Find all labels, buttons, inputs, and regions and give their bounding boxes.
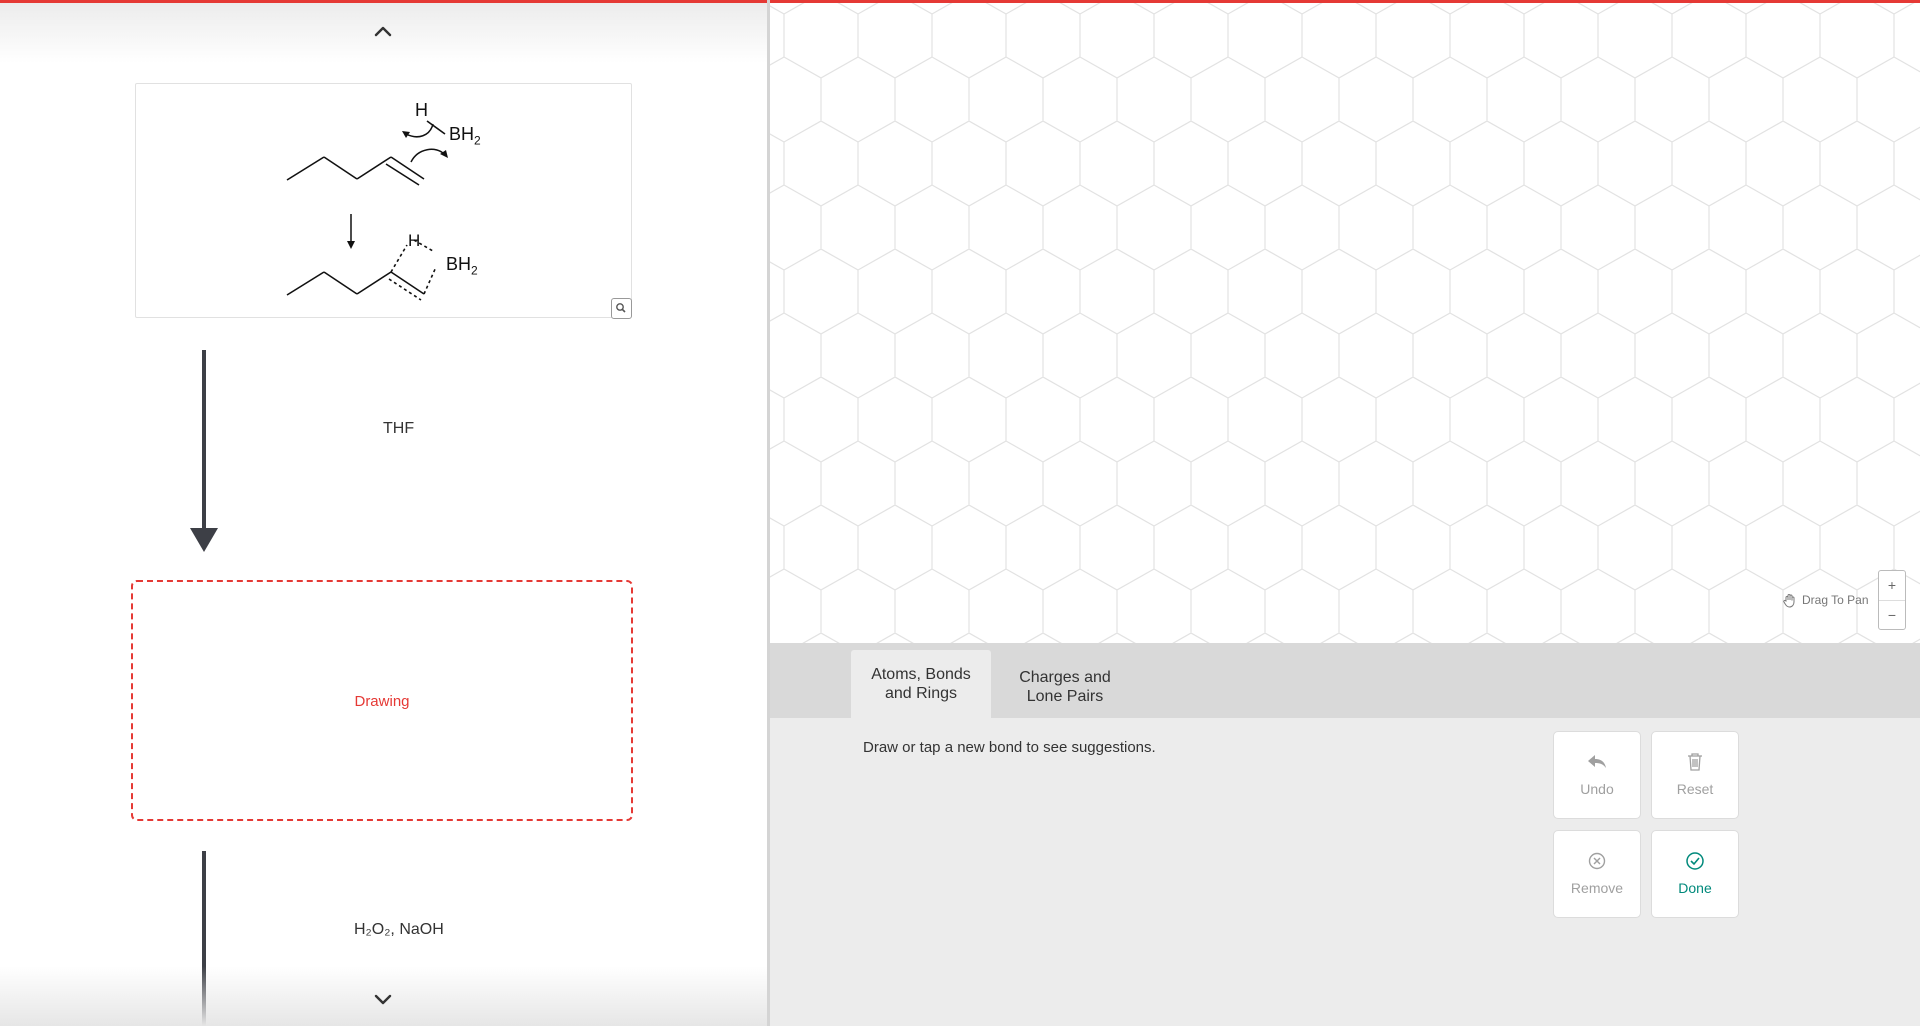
hex-grid: [770, 3, 1920, 643]
borane-label: BH2: [449, 124, 481, 148]
reaction-arrow-icon: [190, 350, 218, 552]
trash-icon: [1688, 753, 1702, 771]
remove-label: Remove: [1570, 880, 1624, 896]
alkene-structure: [286, 120, 446, 186]
magnify-icon[interactable]: [611, 298, 632, 319]
remove-circle-x-icon: [1588, 852, 1606, 870]
suggestion-hint: Draw or tap a new bond to see suggestion…: [863, 739, 1156, 756]
borane-text: BH: [449, 124, 475, 144]
hydrogen-label: H: [415, 100, 428, 120]
ts-borane-text: BH: [446, 254, 472, 274]
done-button[interactable]: Done: [1651, 830, 1739, 918]
hand-icon: [1783, 594, 1795, 608]
undo-button[interactable]: Undo: [1553, 731, 1641, 819]
reagent-thf: THF: [383, 420, 415, 437]
drawing-answer-box[interactable]: Drawing: [131, 580, 633, 821]
reaction-panel: H BH2 H BH2 THF Drawing H₂O₂, NaOH: [0, 3, 767, 1026]
drawing-canvas[interactable]: [770, 3, 1920, 643]
tab-atoms-bonds-rings[interactable]: Atoms, Bonds and Rings: [851, 650, 991, 718]
reset-label: Reset: [1676, 781, 1714, 797]
mechanism-image: H BH2 H BH2: [135, 83, 632, 318]
check-circle-icon: [1686, 852, 1704, 870]
zoom-out-button[interactable]: −: [1879, 601, 1905, 630]
undo-icon: [1588, 755, 1606, 768]
drawing-placeholder: Drawing: [354, 693, 410, 710]
ts-borane-label: BH2: [446, 254, 478, 278]
ts-hydrogen-label: H: [408, 231, 421, 250]
drag-to-pan-label: Drag To Pan: [1802, 593, 1869, 607]
remove-button[interactable]: Remove: [1553, 830, 1641, 918]
undo-label: Undo: [1580, 781, 1614, 797]
drag-to-pan[interactable]: Drag To Pan: [1782, 590, 1869, 610]
tool-panel: [770, 718, 1920, 1026]
done-label: Done: [1678, 880, 1712, 896]
curved-arrow-icon: [402, 123, 448, 163]
zoom-control: + −: [1878, 570, 1906, 630]
tab-charges-lone-pairs[interactable]: Charges and Lone Pairs: [995, 653, 1135, 721]
tool-tabs: Atoms, Bonds and Rings Charges and Lone …: [770, 643, 1920, 718]
ts-borane-subscript: 2: [471, 263, 478, 278]
borane-subscript: 2: [474, 133, 481, 148]
down-arrow-icon: [347, 214, 355, 249]
reset-button[interactable]: Reset: [1651, 731, 1739, 819]
reagent-peroxide: H₂O₂, NaOH: [354, 921, 444, 938]
zoom-in-button[interactable]: +: [1879, 571, 1905, 600]
scroll-up-chevron-icon[interactable]: [368, 20, 398, 42]
scroll-down-chevron-icon[interactable]: [368, 989, 398, 1011]
